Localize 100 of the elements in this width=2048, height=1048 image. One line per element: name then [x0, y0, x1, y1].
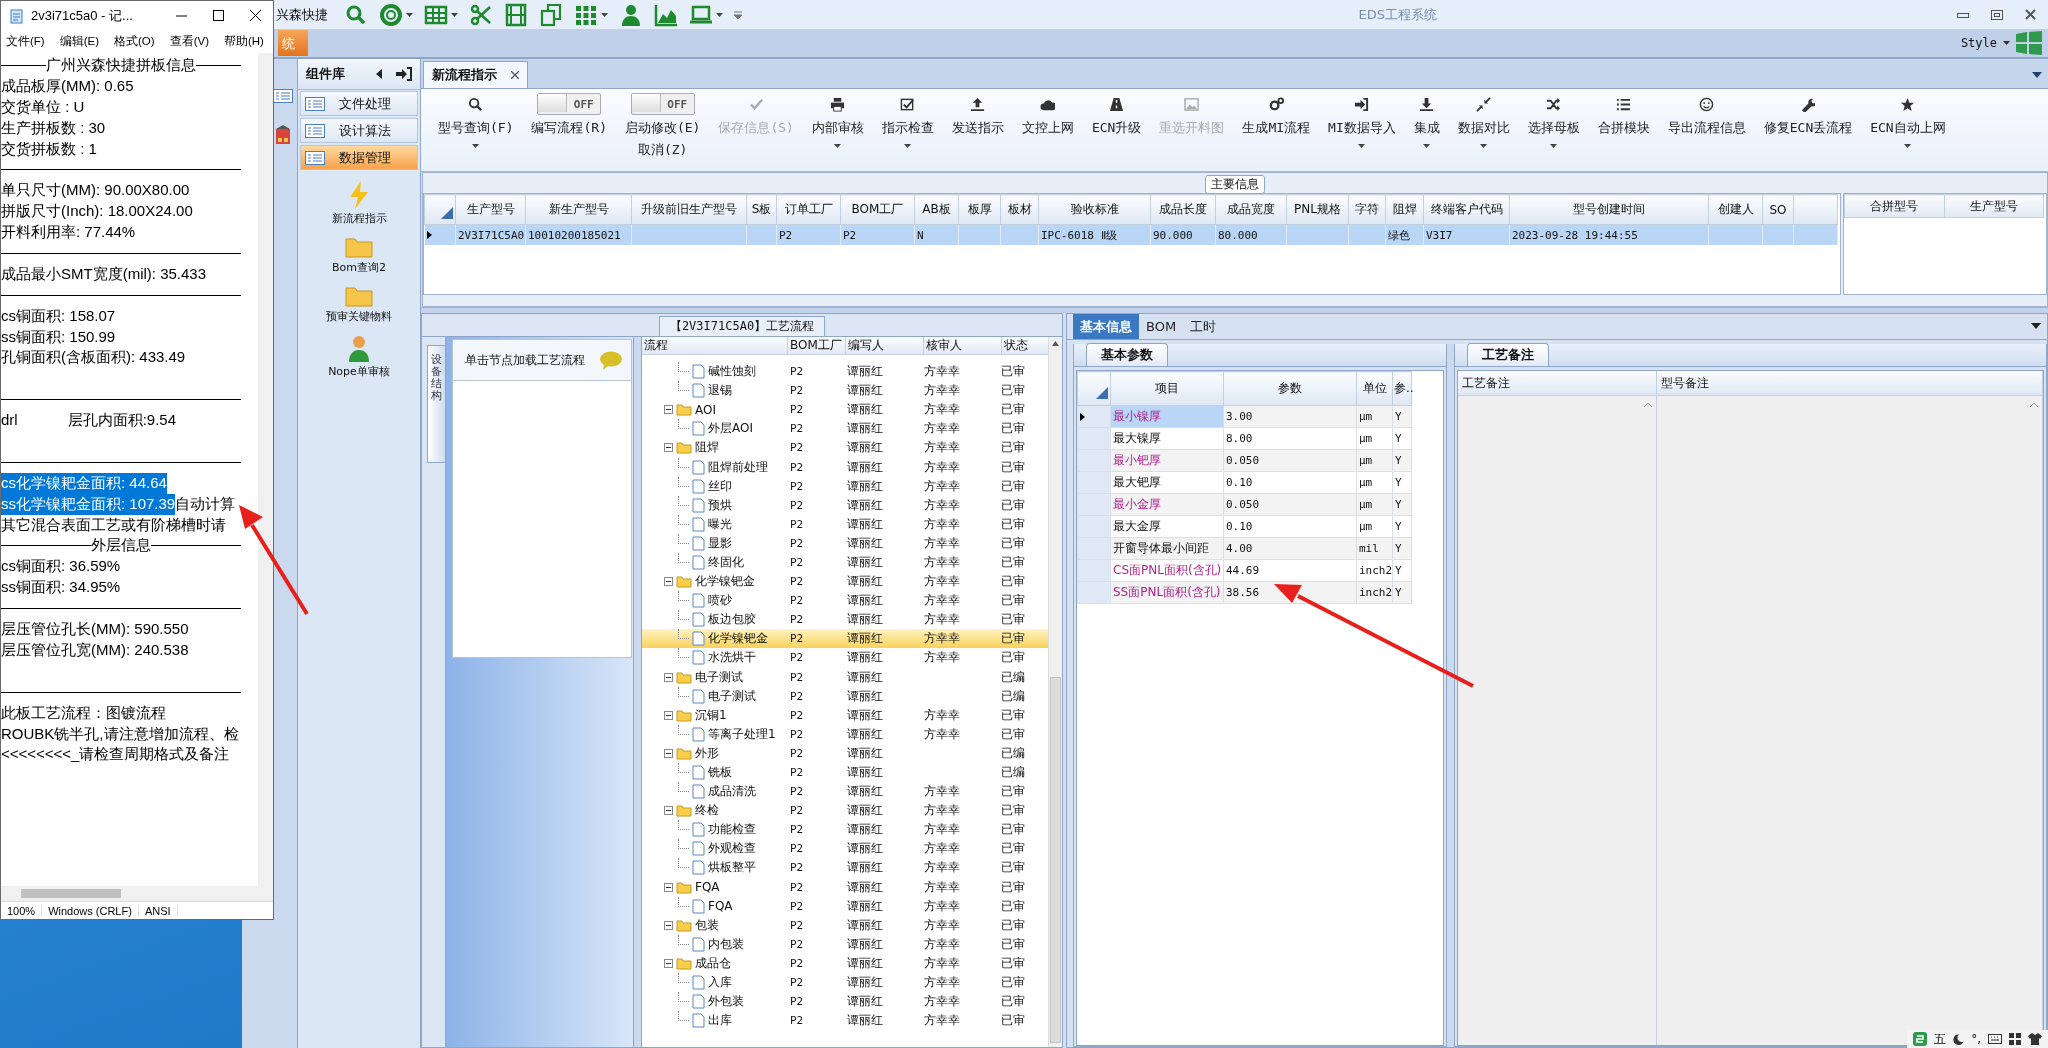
toolbar-button[interactable]: 指示检查 [872, 89, 943, 163]
tree-row[interactable]: 化学镍钯金 P2 谭丽红 方幸幸 已审 [642, 572, 1048, 592]
punctuation-indicator[interactable]: °, [1971, 1032, 1981, 1046]
tree-row[interactable]: 电子测试 P2 谭丽红 已编 [642, 686, 1048, 706]
column-header[interactable]: 生产型号 [455, 194, 526, 225]
tree-row[interactable]: 成品清洗 P2 谭丽红 方幸幸 已审 [642, 782, 1048, 802]
tree-row[interactable]: 板边包胶 P2 谭丽红 方幸幸 已审 [642, 610, 1048, 630]
tree-row[interactable]: 外观检查 P2 谭丽红 方幸幸 已审 [642, 839, 1048, 859]
menu-item[interactable]: 文件(F) [5, 34, 46, 49]
column-header[interactable]: 编写人 [846, 337, 924, 354]
toolbar-button[interactable]: 修复ECN丢流程 [1754, 89, 1862, 163]
collapse-icon[interactable] [664, 748, 673, 758]
person-icon[interactable] [619, 2, 643, 27]
toolbar-button[interactable]: 生成MI流程 [1233, 89, 1320, 163]
tab[interactable]: 基本信息 [1073, 314, 1139, 339]
tree-row[interactable]: 电子测试 P2 谭丽红 已编 [642, 667, 1048, 687]
column-header[interactable]: BOM工厂 [788, 337, 846, 354]
collapse-icon[interactable] [664, 958, 673, 968]
maximize-icon[interactable] [213, 10, 224, 21]
tree-row[interactable]: 入库 P2 谭丽红 方幸幸 已审 [642, 973, 1048, 993]
overflow-icon[interactable] [734, 10, 742, 19]
column-header[interactable]: 字符 [1348, 194, 1386, 225]
column-header[interactable]: AB板 [914, 194, 959, 225]
table-row[interactable]: 2V3I71C5A0 10010200185021 P2 P2 N IPC-6018 Ⅱ级 90.000 80.000 绿色 V3I7 2023-09-28 19:44:55 [424, 224, 1838, 245]
collapse-icon[interactable] [664, 443, 673, 453]
lifebuoy-icon[interactable] [379, 2, 403, 27]
tree-row[interactable]: 烘板整平 P2 谭丽红 方幸幸 已审 [642, 858, 1048, 878]
tree-row[interactable]: 退锡 P2 谭丽红 方幸幸 已审 [642, 381, 1048, 401]
module-label[interactable]: 新流程指示 [331, 211, 387, 226]
column-header[interactable]: S板 [746, 194, 777, 225]
tree-row[interactable]: FQA P2 谭丽红 方幸幸 已审 [642, 896, 1048, 916]
column-header[interactable]: 合拼型号 [1844, 194, 1944, 218]
document-tab[interactable]: 新流程指示 [423, 61, 528, 88]
column-header[interactable]: 订单工厂 [776, 194, 841, 225]
toolbar-button[interactable]: ECN自动上网 [1861, 89, 1955, 163]
tab[interactable]: BOM [1139, 314, 1184, 339]
column-header[interactable]: BOM工厂 [840, 194, 915, 225]
minimize-icon[interactable] [1957, 10, 1969, 19]
collapse-icon[interactable] [664, 806, 673, 816]
toolbar-button[interactable]: 导出流程信息 [1658, 89, 1755, 163]
column-header[interactable]: 流程 [642, 337, 788, 354]
column-header[interactable]: 终端客户代码 [1423, 194, 1510, 225]
collapse-icon[interactable] [664, 672, 673, 682]
tree-row[interactable]: 显影 P2 谭丽红 方幸幸 已审 [642, 533, 1048, 553]
tree-row[interactable]: 内包装 P2 谭丽红 方幸幸 已审 [642, 934, 1048, 954]
tree-row[interactable]: 外形 P2 谭丽红 已编 [642, 743, 1048, 763]
toolbar-button[interactable]: 文控上网 [1012, 89, 1083, 163]
tree-row[interactable]: FQA P2 谭丽红 方幸幸 已审 [642, 877, 1048, 897]
category-item[interactable]: 文件处理 [300, 91, 418, 116]
column-header[interactable]: 升级前旧生产型号 [631, 194, 747, 225]
collapse-icon[interactable] [664, 577, 673, 587]
column-header[interactable]: 板厚 [958, 194, 1001, 225]
tree-row[interactable]: 外层AOI P2 谭丽红 方幸幸 已审 [642, 419, 1048, 439]
column-header[interactable]: PNL规格 [1286, 194, 1349, 225]
column-header[interactable]: 生产型号 [1944, 194, 2044, 218]
dropdown-icon[interactable] [2031, 323, 2041, 329]
toolbar-button[interactable]: 集成 [1404, 89, 1449, 163]
column-header[interactable]: 参数 [1223, 371, 1357, 406]
collapse-icon[interactable] [664, 710, 673, 720]
copy-icon[interactable] [539, 2, 563, 27]
close-icon[interactable] [511, 71, 519, 79]
tab[interactable]: 基本参数 [1086, 343, 1168, 366]
category-item[interactable]: 数据管理 [300, 145, 418, 170]
toolbar-button[interactable]: 内部审核 [802, 89, 873, 163]
toggle-switch[interactable]: OFF [630, 93, 695, 115]
toolbar-button[interactable]: 发送指示 [942, 89, 1013, 163]
tree-row[interactable]: 碱性蚀刻 P2 谭丽红 方幸幸 已审 [642, 362, 1048, 382]
tab[interactable]: 工时 [1183, 314, 1224, 339]
restore-icon[interactable] [1991, 9, 2003, 20]
windows-logo-icon[interactable] [2016, 31, 2042, 55]
tree-row[interactable]: 铣板 P2 谭丽红 已编 [642, 762, 1048, 783]
toolbar-button[interactable]: ECN升级 [1082, 89, 1151, 163]
tree-row[interactable]: 外包装 P2 谭丽红 方幸幸 已审 [642, 992, 1048, 1012]
close-icon[interactable] [2025, 9, 2036, 20]
menu-item[interactable]: 格式(O) [113, 34, 156, 49]
tab[interactable]: 工艺备注 [1467, 343, 1549, 366]
close-icon[interactable] [250, 10, 261, 21]
toolbar-button[interactable]: 数据对比 [1448, 89, 1519, 163]
tree-row[interactable]: 包装 P2 谭丽红 方幸幸 已审 [642, 915, 1048, 935]
dropdown-icon[interactable] [2032, 72, 2042, 78]
tree-row[interactable]: 阻焊前处理 P2 谭丽红 方幸幸 已审 [642, 457, 1048, 477]
column-header[interactable]: 成品宽度 [1215, 194, 1287, 225]
pin-icon[interactable] [396, 67, 412, 81]
collapse-icon[interactable] [664, 882, 673, 892]
column-header[interactable]: 型号创建时间 [1509, 194, 1709, 225]
column-header[interactable]: 项目 [1110, 371, 1224, 406]
collapse-icon[interactable] [664, 405, 673, 415]
menu-item[interactable]: 帮助(H) [223, 34, 265, 49]
style-menu[interactable]: Style [1960, 36, 1997, 50]
tree-row[interactable]: 沉铜1 P2 谭丽红 方幸幸 已审 [642, 705, 1048, 725]
tree-row[interactable]: 成品仓 P2 谭丽红 方幸幸 已审 [642, 953, 1048, 973]
tree-row[interactable]: 终固化 P2 谭丽红 方幸幸 已审 [642, 552, 1048, 573]
collapse-icon[interactable] [664, 920, 673, 930]
column-header[interactable]: 成品长度 [1150, 194, 1216, 225]
tree-row[interactable]: 曝光 P2 谭丽红 方幸幸 已审 [642, 514, 1048, 534]
tree-row[interactable]: 等离子处理1 P2 谭丽红 方幸幸 已审 [642, 724, 1048, 744]
tree-row[interactable]: 预烘 P2 谭丽红 方幸幸 已审 [642, 495, 1048, 515]
column-header[interactable]: 核审人 [924, 337, 1002, 354]
toolbar-button[interactable]: 合拼模块 [1588, 89, 1659, 163]
area-chart-icon[interactable] [654, 2, 678, 27]
